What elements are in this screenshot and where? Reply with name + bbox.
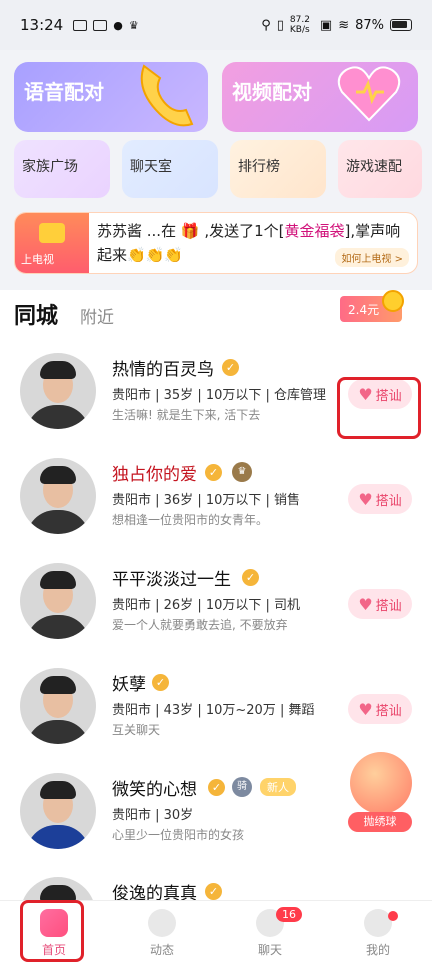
chat-room-card[interactable]: 聊天室 — [122, 140, 218, 198]
sim-icon: ▣ — [319, 17, 333, 33]
chat-unread-badge: 16 — [276, 907, 302, 922]
tv-icon — [39, 223, 65, 243]
heart-icon: ♥ — [358, 594, 373, 614]
greet-button[interactable]: ♥ 搭讪 — [348, 484, 412, 514]
verified-icon: ✓ — [152, 674, 169, 691]
user-info: 贵阳市 | 30岁 — [112, 808, 194, 823]
moments-icon — [148, 909, 176, 937]
greet-button[interactable]: ♥ 搭讪 — [348, 589, 412, 619]
tv-label: 上电视 — [21, 253, 54, 266]
family-square-label: 家族广场 — [22, 159, 78, 175]
user-name: 妖孽 — [112, 675, 146, 695]
highlight-box — [20, 900, 84, 962]
video-match-card[interactable]: 视频配对 — [222, 62, 418, 132]
crown-icon: ♛ — [128, 18, 139, 32]
highlight-box — [337, 377, 421, 439]
heart-icon: ♥ — [358, 699, 373, 719]
nav-chat[interactable]: 16 聊天 — [240, 907, 302, 958]
list-item[interactable]: 独占你的爱 ✓ ♛ 贵阳市 | 36岁 | 10万以下 | 销售 想相逢一位贵阳… — [0, 458, 432, 562]
game-match-card[interactable]: 游戏速配 — [338, 140, 422, 198]
nav-chat-label: 聊天 — [257, 943, 282, 957]
avatar[interactable] — [20, 668, 96, 744]
avatar[interactable] — [20, 563, 96, 639]
coin-icon — [382, 290, 404, 312]
leaderboard-card[interactable]: 排行榜 — [230, 140, 326, 198]
location-icon: ⚲ — [261, 17, 271, 33]
user-info: 贵阳市 | 43岁 | 10万~20万 | 舞蹈 — [112, 703, 315, 718]
video-match-label: 视频配对 — [232, 80, 312, 104]
user-name: 微笑的心想 — [112, 780, 197, 800]
heart-icon: ♥ — [358, 489, 373, 509]
verified-icon: ✓ — [205, 464, 222, 481]
verified-icon: ✓ — [222, 359, 239, 376]
greet-label: 搭讪 — [375, 493, 402, 509]
game-match-label: 游戏速配 — [346, 159, 402, 175]
nav-me-label: 我的 — [365, 943, 390, 957]
tv-msg-part2: ,发送了1个[ — [204, 222, 285, 240]
user-name: 热情的百灵鸟 — [112, 360, 214, 380]
chat-room-label: 聊天室 — [130, 159, 172, 175]
phone-icon — [140, 64, 194, 127]
new-user-badge: 新人 — [260, 778, 296, 796]
family-square-card[interactable]: 家族广场 — [14, 140, 110, 198]
ball-icon — [350, 752, 412, 814]
greet-label: 搭讪 — [375, 703, 402, 719]
notification-icon — [73, 19, 88, 31]
tv-msg-part1: 苏苏酱 ...在 — [97, 222, 177, 240]
voice-match-card[interactable]: 语音配对 — [14, 62, 208, 132]
level-badge-icon: 骑 — [232, 777, 252, 797]
user-bio: 爱一个人就要勇敢去追, 不要放弃 — [112, 618, 288, 632]
vibrate-icon: ▯ — [276, 17, 284, 33]
user-bio: 心里少一位贵阳市的女孩 — [112, 828, 245, 842]
battery-icon — [390, 19, 412, 31]
tab-same-city[interactable]: 同城 — [14, 298, 58, 330]
user-info: 贵阳市 | 35岁 | 10万以下 | 仓库管理 — [112, 388, 327, 403]
greet-button[interactable]: ♥ 搭讪 — [348, 694, 412, 724]
user-name: 平平淡淡过一生 — [112, 570, 231, 590]
how-to-tv-link[interactable]: 如何上电视 > — [335, 248, 409, 267]
tab-nearby[interactable]: 附近 — [80, 303, 114, 330]
nav-me[interactable]: 我的 — [348, 909, 408, 958]
verified-icon: ✓ — [242, 569, 259, 586]
status-bar: 13:24 ● ♛ ⚲ ▯ 87.2 KB/s ▣ ≋ 87% — [0, 0, 432, 50]
battery-percent: 87% — [355, 17, 384, 33]
tv-badge: 上电视 — [15, 213, 89, 273]
verified-icon: ✓ — [208, 779, 225, 796]
status-time: 13:24 — [20, 16, 64, 34]
net-speed: 87.2 KB/s — [289, 15, 310, 35]
throw-ball-label: 抛绣球 — [348, 812, 412, 832]
wechat-icon: ● — [113, 18, 123, 32]
wifi-icon: ≋ — [338, 17, 350, 33]
gift-icon: 🎁 — [180, 222, 200, 240]
voice-match-label: 语音配对 — [24, 80, 104, 104]
status-right: ⚲ ▯ 87.2 KB/s ▣ ≋ 87% — [261, 15, 412, 35]
tv-gift: 黄金福袋 — [284, 222, 345, 240]
heart-icon — [337, 66, 401, 122]
nav-moments[interactable]: 动态 — [132, 909, 192, 958]
user-bio: 生活嘛! 就是生下来, 活下去 — [112, 408, 261, 422]
nav-moments-label: 动态 — [149, 943, 174, 957]
greet-label: 搭讪 — [375, 598, 402, 614]
list-item[interactable]: 平平淡淡过一生 ✓ 贵阳市 | 26岁 | 10万以下 | 司机 爱一个人就要勇… — [0, 563, 432, 667]
user-info: 贵阳市 | 26岁 | 10万以下 | 司机 — [112, 598, 301, 613]
city-tabs: 同城 附近 — [14, 300, 114, 330]
verified-icon: ✓ — [205, 883, 222, 900]
avatar[interactable] — [20, 353, 96, 429]
user-bio: 想相逢一位贵阳市的女青年。 — [112, 513, 269, 527]
status-notification-icons: ● ♛ — [73, 18, 139, 32]
avatar[interactable] — [20, 458, 96, 534]
app-icon — [93, 19, 108, 31]
user-name: 独占你的爱 — [112, 465, 197, 485]
user-bio: 互关聊天 — [112, 723, 161, 737]
avatar[interactable] — [20, 773, 96, 849]
level-badge-icon: ♛ — [232, 462, 252, 482]
throw-ball-button[interactable]: 抛绣球 — [346, 752, 416, 836]
tv-banner[interactable]: 上电视 苏苏酱 ...在 🎁 ,发送了1个[黄金福袋],掌声响起来👏👏👏 如何上… — [14, 212, 418, 274]
leaderboard-label: 排行榜 — [238, 159, 280, 175]
user-info: 贵阳市 | 36岁 | 10万以下 | 销售 — [112, 493, 301, 508]
notification-dot — [388, 911, 398, 921]
